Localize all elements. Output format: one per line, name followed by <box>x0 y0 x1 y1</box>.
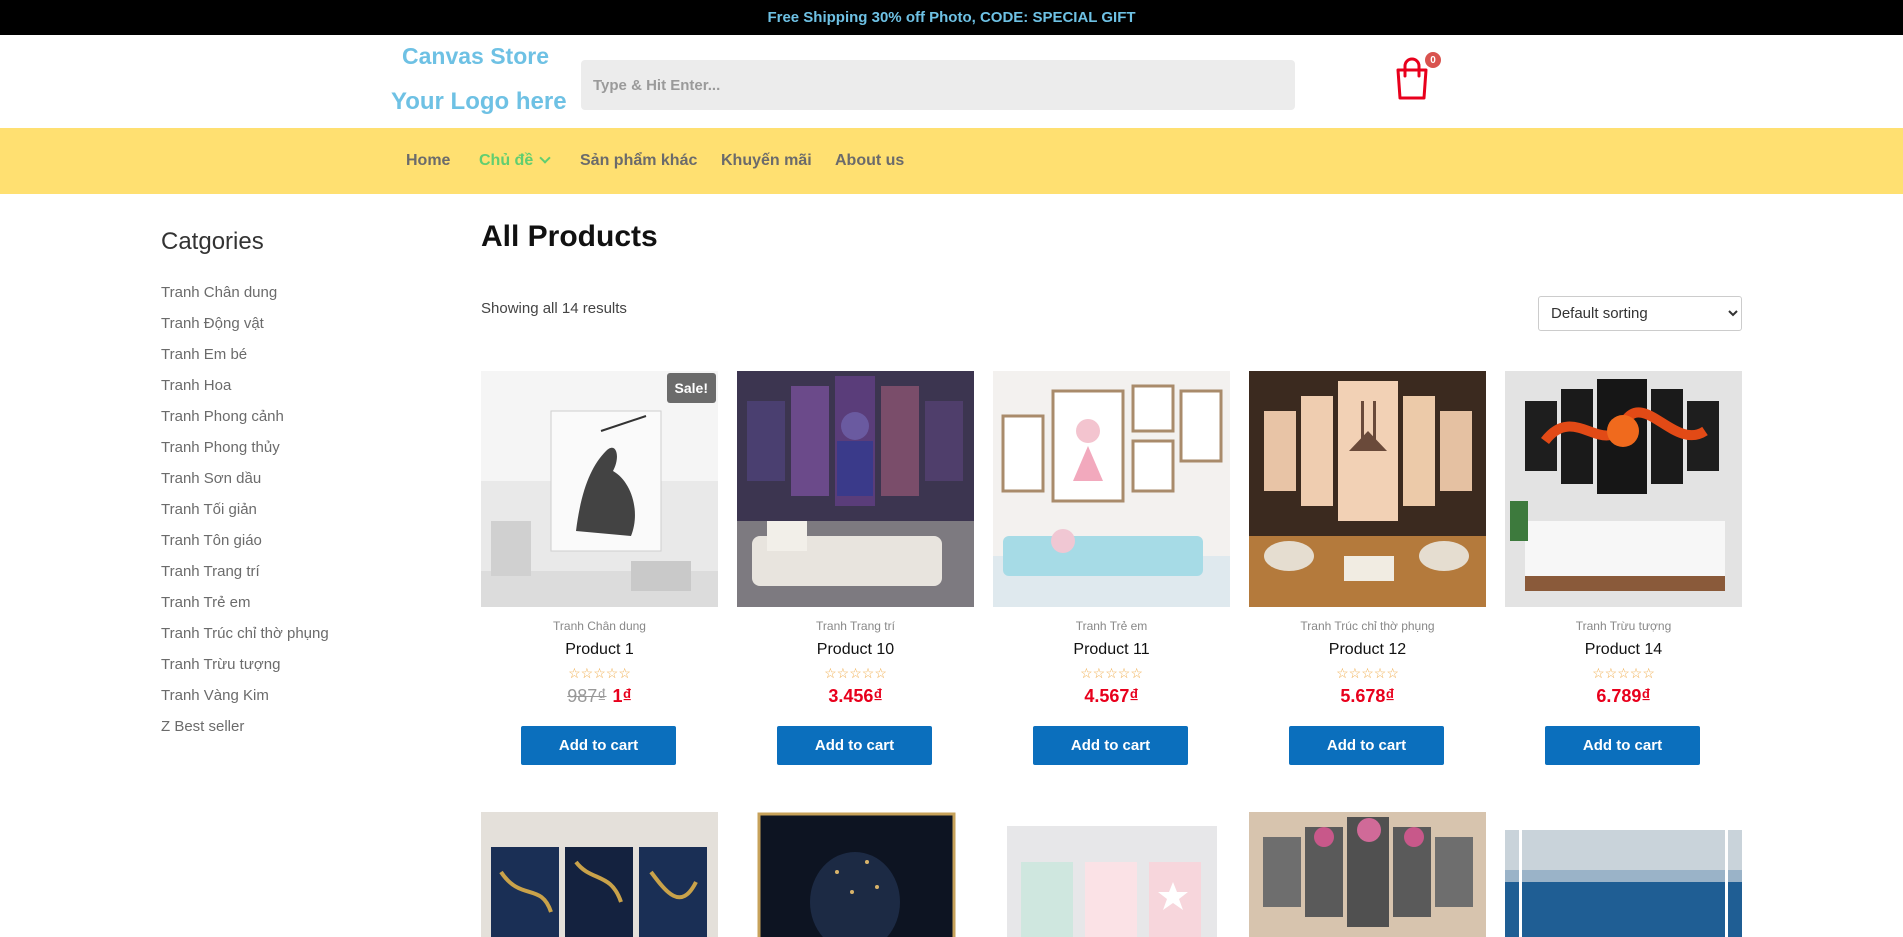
main-nav: Home Chủ đề Sản phẩm khác Khuyến mãi Abo… <box>0 128 1903 194</box>
sale-price: 1₫ <box>612 686 632 706</box>
promo-text: Free Shipping 30% off Photo, CODE: SPECI… <box>767 9 1136 26</box>
nav-chu-de[interactable]: Chủ đề <box>479 152 551 170</box>
product-image[interactable] <box>1505 812 1742 937</box>
product-category[interactable]: Tranh Chân dung <box>481 619 718 633</box>
add-to-cart-button[interactable]: Add to cart <box>1033 726 1188 765</box>
product-price: 4.567₫ <box>1084 686 1139 706</box>
product-image[interactable] <box>1505 371 1742 607</box>
rating-stars-icon: ☆☆☆☆☆ <box>568 665 631 681</box>
product-image[interactable] <box>737 812 974 937</box>
product-name[interactable]: Product 14 <box>1505 641 1742 659</box>
add-to-cart-button[interactable]: Add to cart <box>1289 726 1444 765</box>
category-link[interactable]: Tranh Vàng Kim <box>161 687 269 704</box>
product-image[interactable] <box>993 371 1230 607</box>
product-name[interactable]: Product 12 <box>1249 641 1486 659</box>
rating-stars-icon: ☆☆☆☆☆ <box>824 665 887 681</box>
category-link[interactable]: Tranh Hoa <box>161 377 231 394</box>
category-link[interactable]: Tranh Động vật <box>161 315 264 332</box>
logo-title[interactable]: Canvas Store <box>402 43 549 70</box>
add-to-cart-button[interactable]: Add to cart <box>1545 726 1700 765</box>
chevron-down-icon <box>539 152 551 164</box>
product-category[interactable]: Tranh Trang trí <box>737 619 974 633</box>
sidebar-title: Catgories <box>161 228 264 255</box>
category-link[interactable]: Tranh Tôn giáo <box>161 532 262 549</box>
product-price: 6.789₫ <box>1596 686 1651 706</box>
product-image[interactable] <box>1249 371 1486 607</box>
category-link[interactable]: Tranh Chân dung <box>161 284 277 301</box>
product-price: 987₫ 1₫ <box>481 686 718 707</box>
nav-home[interactable]: Home <box>406 152 450 170</box>
product-price: 5.678₫ <box>1340 686 1395 706</box>
product-image[interactable] <box>481 812 718 937</box>
category-link[interactable]: Z Best seller <box>161 718 244 735</box>
logo-subtitle[interactable]: Your Logo here <box>391 88 567 116</box>
category-link[interactable]: Tranh Trẻ em <box>161 594 250 611</box>
nav-about-us[interactable]: About us <box>835 152 904 170</box>
nav-khuyen-mai[interactable]: Khuyến mãi <box>721 152 812 170</box>
product-name[interactable]: Product 11 <box>993 641 1230 659</box>
site-header: Canvas Store Your Logo here 0 <box>0 35 1903 128</box>
nav-chu-de-label: Chủ đề <box>479 152 534 169</box>
category-link[interactable]: Tranh Phong cảnh <box>161 408 284 425</box>
rating-stars-icon: ☆☆☆☆☆ <box>1336 665 1399 681</box>
product-image[interactable] <box>737 371 974 607</box>
product-category[interactable]: Tranh Trẻ em <box>993 619 1230 633</box>
search-input[interactable] <box>581 60 1295 110</box>
category-link[interactable]: Tranh Tối giản <box>161 501 257 518</box>
product-image[interactable] <box>1249 812 1486 937</box>
sale-badge: Sale! <box>666 373 716 403</box>
results-count: Showing all 14 results <box>481 300 627 317</box>
product-card[interactable] <box>1249 812 1486 937</box>
rating-stars-icon: ☆☆☆☆☆ <box>1080 665 1143 681</box>
product-card[interactable] <box>993 812 1230 937</box>
product-name[interactable]: Product 1 <box>481 641 718 659</box>
product-image[interactable]: Sale! <box>481 371 718 607</box>
add-to-cart-button[interactable]: Add to cart <box>521 726 676 765</box>
category-link[interactable]: Tranh Trúc chỉ thờ phụng <box>161 625 329 642</box>
rating-stars-icon: ☆☆☆☆☆ <box>1592 665 1655 681</box>
old-price: 987₫ <box>567 686 607 706</box>
category-link[interactable]: Tranh Trừu tượng <box>161 656 280 673</box>
category-link[interactable]: Tranh Em bé <box>161 346 247 363</box>
product-category[interactable]: Tranh Trừu tượng <box>1505 619 1742 633</box>
category-link[interactable]: Tranh Phong thủy <box>161 439 280 456</box>
page-title: All Products <box>481 220 658 253</box>
cart-count-badge: 0 <box>1425 52 1441 68</box>
add-to-cart-button[interactable]: Add to cart <box>777 726 932 765</box>
product-card[interactable] <box>481 812 718 937</box>
nav-san-pham-khac[interactable]: Sản phẩm khác <box>580 152 697 170</box>
sort-select[interactable]: Default sorting <box>1538 296 1742 331</box>
product-card[interactable] <box>737 812 974 937</box>
product-image[interactable] <box>993 812 1230 937</box>
category-link[interactable]: Tranh Sơn dầu <box>161 470 261 487</box>
product-category[interactable]: Tranh Trúc chỉ thờ phụng <box>1249 619 1486 633</box>
product-name[interactable]: Product 10 <box>737 641 974 659</box>
category-link[interactable]: Tranh Trang trí <box>161 563 260 580</box>
promo-bar: Free Shipping 30% off Photo, CODE: SPECI… <box>0 0 1903 35</box>
product-price: 3.456₫ <box>828 686 883 706</box>
product-card[interactable] <box>1505 812 1742 937</box>
